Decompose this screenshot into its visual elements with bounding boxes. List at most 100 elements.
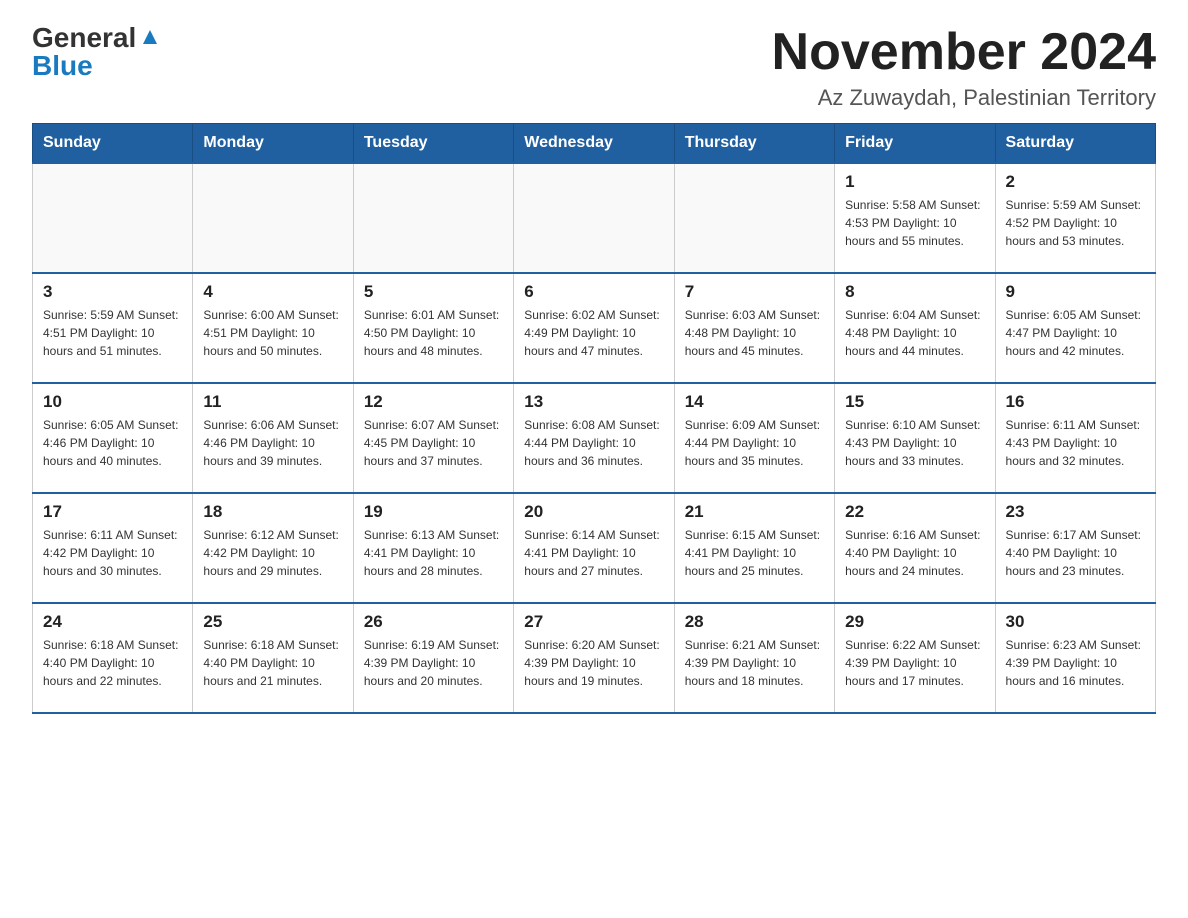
day-info: Sunrise: 6:05 AM Sunset: 4:46 PM Dayligh… xyxy=(43,416,182,470)
calendar-cell: 27 Sunrise: 6:20 AM Sunset: 4:39 PM Dayli… xyxy=(514,603,674,713)
day-number: 18 xyxy=(203,502,342,522)
day-number: 6 xyxy=(524,282,663,302)
week-row-2: 3 Sunrise: 5:59 AM Sunset: 4:51 PM Daylig… xyxy=(33,273,1156,383)
day-number: 25 xyxy=(203,612,342,632)
day-number: 19 xyxy=(364,502,503,522)
calendar-cell: 29Sunrise: 6:22 AM Sunset: 4:39 PM Dayli… xyxy=(835,603,995,713)
page-header: General Blue November 2024 Az Zuwaydah, … xyxy=(32,24,1156,111)
day-number: 9 xyxy=(1006,282,1145,302)
weekday-header-monday: Monday xyxy=(193,124,353,164)
day-number: 24 xyxy=(43,612,182,632)
day-number: 7 xyxy=(685,282,824,302)
calendar-cell: 15 Sunrise: 6:10 AM Sunset: 4:43 PM Dayli… xyxy=(835,383,995,493)
logo: General Blue xyxy=(32,24,161,80)
day-info: Sunrise: 6:11 AM Sunset: 4:42 PM Dayligh… xyxy=(43,526,182,580)
calendar-cell: 7 Sunrise: 6:03 AM Sunset: 4:48 PM Daylig… xyxy=(674,273,834,383)
day-number: 28 xyxy=(685,612,824,632)
calendar-cell xyxy=(514,163,674,273)
day-info: Sunrise: 6:03 AM Sunset: 4:48 PM Dayligh… xyxy=(685,306,824,360)
calendar-header-row: SundayMondayTuesdayWednesdayThursdayFrid… xyxy=(33,124,1156,164)
week-row-4: 17 Sunrise: 6:11 AM Sunset: 4:42 PM Dayli… xyxy=(33,493,1156,603)
day-info: Sunrise: 6:18 AM Sunset: 4:40 PM Dayligh… xyxy=(203,636,342,690)
calendar-cell: 11Sunrise: 6:06 AM Sunset: 4:46 PM Dayli… xyxy=(193,383,353,493)
day-number: 14 xyxy=(685,392,824,412)
day-info: Sunrise: 6:10 AM Sunset: 4:43 PM Dayligh… xyxy=(845,416,984,470)
day-number: 22 xyxy=(845,502,984,522)
calendar-cell: 8Sunrise: 6:04 AM Sunset: 4:48 PM Daylig… xyxy=(835,273,995,383)
calendar-cell xyxy=(353,163,513,273)
calendar-cell: 10 Sunrise: 6:05 AM Sunset: 4:46 PM Dayli… xyxy=(33,383,193,493)
calendar-cell: 12Sunrise: 6:07 AM Sunset: 4:45 PM Dayli… xyxy=(353,383,513,493)
day-info: Sunrise: 6:02 AM Sunset: 4:49 PM Dayligh… xyxy=(524,306,663,360)
day-info: Sunrise: 6:09 AM Sunset: 4:44 PM Dayligh… xyxy=(685,416,824,470)
calendar-cell: 20 Sunrise: 6:14 AM Sunset: 4:41 PM Dayli… xyxy=(514,493,674,603)
day-info: Sunrise: 6:06 AM Sunset: 4:46 PM Dayligh… xyxy=(203,416,342,470)
calendar-cell: 9 Sunrise: 6:05 AM Sunset: 4:47 PM Daylig… xyxy=(995,273,1155,383)
day-info: Sunrise: 6:19 AM Sunset: 4:39 PM Dayligh… xyxy=(364,636,503,690)
day-number: 16 xyxy=(1006,392,1145,412)
calendar-cell: 30Sunrise: 6:23 AM Sunset: 4:39 PM Dayli… xyxy=(995,603,1155,713)
calendar-cell: 3 Sunrise: 5:59 AM Sunset: 4:51 PM Daylig… xyxy=(33,273,193,383)
calendar-cell: 14 Sunrise: 6:09 AM Sunset: 4:44 PM Dayli… xyxy=(674,383,834,493)
day-number: 23 xyxy=(1006,502,1145,522)
calendar-cell: 26 Sunrise: 6:19 AM Sunset: 4:39 PM Dayli… xyxy=(353,603,513,713)
calendar-cell: 21 Sunrise: 6:15 AM Sunset: 4:41 PM Dayli… xyxy=(674,493,834,603)
day-number: 27 xyxy=(524,612,663,632)
location-subtitle: Az Zuwaydah, Palestinian Territory xyxy=(772,85,1156,111)
calendar-table: SundayMondayTuesdayWednesdayThursdayFrid… xyxy=(32,123,1156,714)
day-number: 15 xyxy=(845,392,984,412)
day-info: Sunrise: 6:12 AM Sunset: 4:42 PM Dayligh… xyxy=(203,526,342,580)
calendar-cell: 13Sunrise: 6:08 AM Sunset: 4:44 PM Dayli… xyxy=(514,383,674,493)
calendar-cell xyxy=(193,163,353,273)
day-info: Sunrise: 6:05 AM Sunset: 4:47 PM Dayligh… xyxy=(1006,306,1145,360)
calendar-cell: 17 Sunrise: 6:11 AM Sunset: 4:42 PM Dayli… xyxy=(33,493,193,603)
day-info: Sunrise: 6:17 AM Sunset: 4:40 PM Dayligh… xyxy=(1006,526,1145,580)
day-info: Sunrise: 6:23 AM Sunset: 4:39 PM Dayligh… xyxy=(1006,636,1145,690)
day-info: Sunrise: 5:59 AM Sunset: 4:52 PM Dayligh… xyxy=(1006,196,1145,250)
calendar-cell xyxy=(674,163,834,273)
day-info: Sunrise: 6:13 AM Sunset: 4:41 PM Dayligh… xyxy=(364,526,503,580)
weekday-header-sunday: Sunday xyxy=(33,124,193,164)
day-info: Sunrise: 6:20 AM Sunset: 4:39 PM Dayligh… xyxy=(524,636,663,690)
logo-blue-text: Blue xyxy=(32,52,93,80)
weekday-header-friday: Friday xyxy=(835,124,995,164)
week-row-1: 1Sunrise: 5:58 AM Sunset: 4:53 PM Daylig… xyxy=(33,163,1156,273)
day-number: 3 xyxy=(43,282,182,302)
day-number: 10 xyxy=(43,392,182,412)
day-info: Sunrise: 6:04 AM Sunset: 4:48 PM Dayligh… xyxy=(845,306,984,360)
day-info: Sunrise: 6:21 AM Sunset: 4:39 PM Dayligh… xyxy=(685,636,824,690)
weekday-header-thursday: Thursday xyxy=(674,124,834,164)
calendar-cell: 16 Sunrise: 6:11 AM Sunset: 4:43 PM Dayli… xyxy=(995,383,1155,493)
calendar-cell: 18 Sunrise: 6:12 AM Sunset: 4:42 PM Dayli… xyxy=(193,493,353,603)
calendar-cell: 19 Sunrise: 6:13 AM Sunset: 4:41 PM Dayli… xyxy=(353,493,513,603)
day-number: 4 xyxy=(203,282,342,302)
title-block: November 2024 Az Zuwaydah, Palestinian T… xyxy=(772,24,1156,111)
month-year-title: November 2024 xyxy=(772,24,1156,81)
day-number: 21 xyxy=(685,502,824,522)
day-info: Sunrise: 6:18 AM Sunset: 4:40 PM Dayligh… xyxy=(43,636,182,690)
calendar-cell xyxy=(33,163,193,273)
day-number: 26 xyxy=(364,612,503,632)
day-number: 13 xyxy=(524,392,663,412)
day-number: 20 xyxy=(524,502,663,522)
weekday-header-saturday: Saturday xyxy=(995,124,1155,164)
calendar-cell: 6 Sunrise: 6:02 AM Sunset: 4:49 PM Daylig… xyxy=(514,273,674,383)
week-row-3: 10 Sunrise: 6:05 AM Sunset: 4:46 PM Dayli… xyxy=(33,383,1156,493)
calendar-cell: 28 Sunrise: 6:21 AM Sunset: 4:39 PM Dayli… xyxy=(674,603,834,713)
day-info: Sunrise: 6:15 AM Sunset: 4:41 PM Dayligh… xyxy=(685,526,824,580)
day-number: 17 xyxy=(43,502,182,522)
day-info: Sunrise: 6:16 AM Sunset: 4:40 PM Dayligh… xyxy=(845,526,984,580)
calendar-cell: 22 Sunrise: 6:16 AM Sunset: 4:40 PM Dayli… xyxy=(835,493,995,603)
day-info: Sunrise: 6:00 AM Sunset: 4:51 PM Dayligh… xyxy=(203,306,342,360)
calendar-cell: 24 Sunrise: 6:18 AM Sunset: 4:40 PM Dayli… xyxy=(33,603,193,713)
day-info: Sunrise: 6:11 AM Sunset: 4:43 PM Dayligh… xyxy=(1006,416,1145,470)
day-info: Sunrise: 5:58 AM Sunset: 4:53 PM Dayligh… xyxy=(845,196,984,250)
day-number: 2 xyxy=(1006,172,1145,192)
weekday-header-tuesday: Tuesday xyxy=(353,124,513,164)
day-info: Sunrise: 6:14 AM Sunset: 4:41 PM Dayligh… xyxy=(524,526,663,580)
calendar-cell: 1Sunrise: 5:58 AM Sunset: 4:53 PM Daylig… xyxy=(835,163,995,273)
day-info: Sunrise: 5:59 AM Sunset: 4:51 PM Dayligh… xyxy=(43,306,182,360)
week-row-5: 24 Sunrise: 6:18 AM Sunset: 4:40 PM Dayli… xyxy=(33,603,1156,713)
weekday-header-wednesday: Wednesday xyxy=(514,124,674,164)
day-info: Sunrise: 6:01 AM Sunset: 4:50 PM Dayligh… xyxy=(364,306,503,360)
